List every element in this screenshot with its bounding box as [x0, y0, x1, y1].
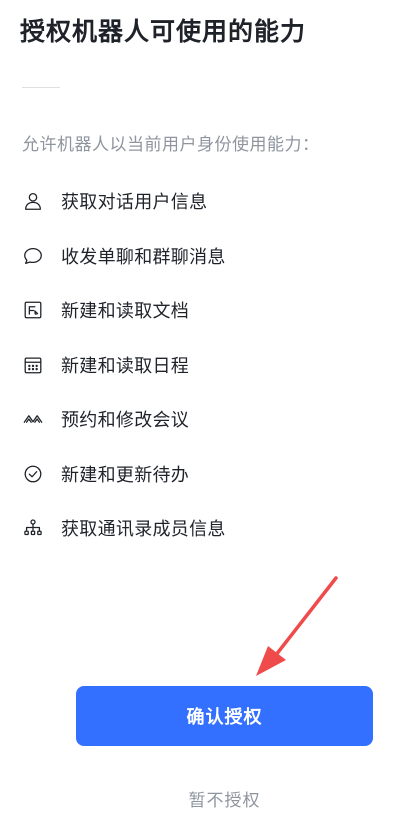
permission-item-calendar: 新建和读取日程	[20, 338, 400, 393]
divider	[22, 87, 60, 88]
decline-authorization-link[interactable]: 暂不授权	[0, 786, 411, 811]
check-circle-icon	[20, 461, 46, 487]
intro-text: 允许机器人以当前用户身份使用能力：	[22, 135, 320, 155]
permission-label: 预约和修改会议	[61, 410, 190, 432]
permission-item-contacts: 获取通讯录成员信息	[20, 501, 400, 556]
permission-list: 获取对话用户信息 收发单聊和群聊消息 新建和读取文档 新建和读取日程 预约和修改…	[20, 174, 400, 556]
permission-item-messages: 收发单聊和群聊消息	[20, 229, 400, 284]
user-icon	[20, 188, 46, 214]
page-title: 授权机器人可使用的能力	[20, 17, 307, 46]
authorization-page: 授权机器人可使用的能力 允许机器人以当前用户身份使用能力： 获取对话用户信息 收…	[0, 0, 411, 826]
permission-label: 收发单聊和群聊消息	[61, 246, 226, 268]
chat-bubble-icon	[20, 243, 46, 269]
document-icon	[20, 297, 46, 323]
permission-label: 获取对话用户信息	[61, 192, 208, 214]
calendar-icon	[20, 352, 46, 378]
permission-label: 获取通讯录成员信息	[61, 519, 226, 541]
permission-item-documents: 新建和读取文档	[20, 283, 400, 338]
annotation-arrow-icon	[256, 576, 338, 676]
permission-item-user-info: 获取对话用户信息	[20, 174, 400, 229]
permission-item-todos: 新建和更新待办	[20, 447, 400, 502]
permission-label: 新建和读取日程	[61, 355, 190, 377]
permission-label: 新建和读取文档	[61, 301, 190, 323]
permission-item-meetings: 预约和修改会议	[20, 392, 400, 447]
confirm-authorization-button[interactable]: 确认授权	[76, 686, 373, 746]
meeting-icon	[20, 406, 46, 432]
org-chart-icon	[20, 515, 46, 541]
permission-label: 新建和更新待办	[61, 464, 190, 486]
